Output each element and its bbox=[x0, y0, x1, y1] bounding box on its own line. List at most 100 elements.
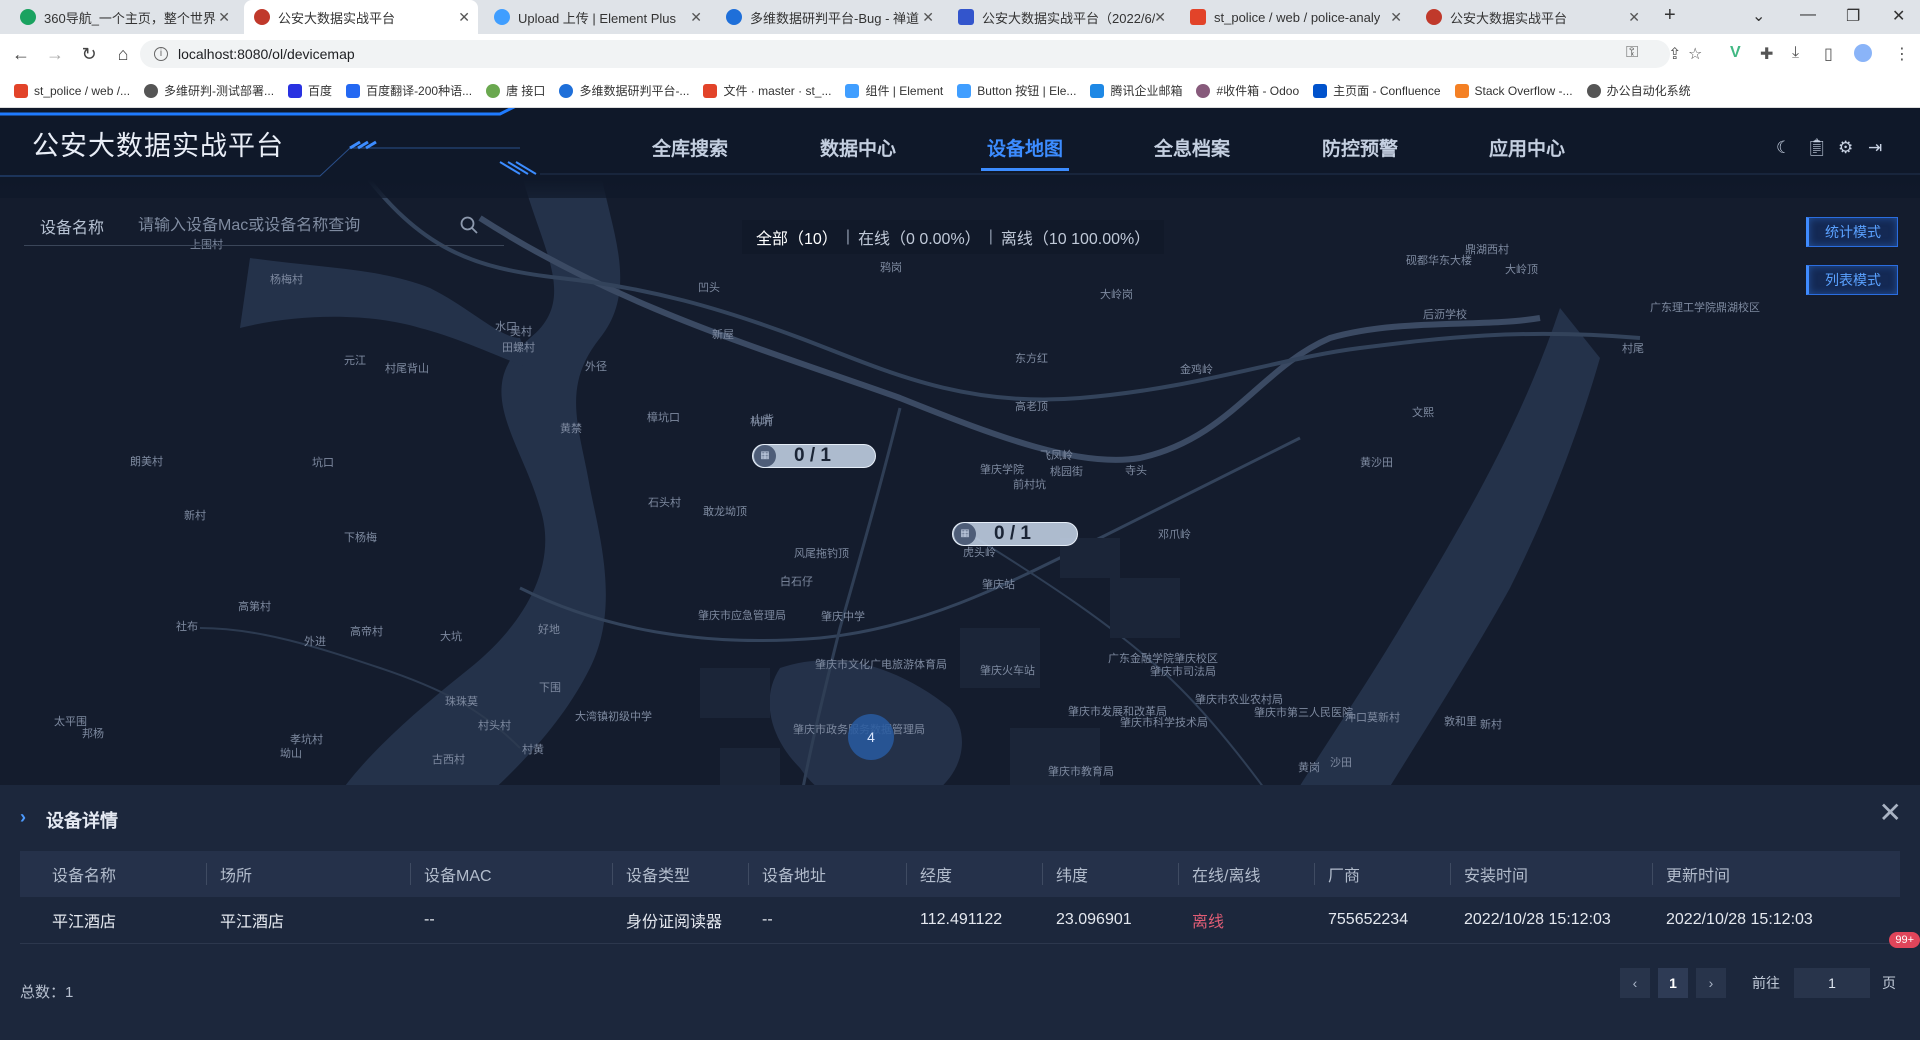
stats-mode-button[interactable]: 统计模式 bbox=[1806, 217, 1898, 247]
tab-search-icon[interactable]: ⌄ bbox=[1752, 6, 1765, 26]
nav-item-data-center[interactable]: 数据中心 bbox=[820, 134, 896, 161]
map-place-label: 元江 bbox=[344, 354, 366, 367]
site-info-icon[interactable]: i bbox=[154, 47, 168, 61]
download-icon[interactable]: ⤓ bbox=[1792, 44, 1799, 62]
minimize-window-icon[interactable]: — bbox=[1800, 6, 1816, 24]
nav-item-app-center[interactable]: 应用中心 bbox=[1489, 134, 1565, 161]
device-icon: ▦ bbox=[754, 445, 776, 467]
status-all[interactable]: 全部（10） bbox=[756, 225, 838, 249]
bookmark-star-icon[interactable]: ☆ bbox=[1688, 44, 1702, 64]
column-header: 更新时间 bbox=[1652, 851, 1900, 897]
share-icon[interactable]: ⇪ bbox=[1668, 44, 1681, 64]
tab-favicon-icon bbox=[1426, 9, 1442, 25]
browser-tab[interactable]: 公安大数据实战平台（2022/6/ ✕ bbox=[948, 0, 1174, 34]
bookmark-item[interactable]: Button 按钮 | Ele... bbox=[957, 82, 1076, 99]
status-divider: | bbox=[845, 228, 850, 245]
side-panel-icon[interactable]: ▯ bbox=[1824, 44, 1833, 64]
bookmark-favicon-icon bbox=[957, 83, 972, 98]
browser-tab[interactable]: 公安大数据实战平台 ✕ bbox=[1416, 0, 1648, 34]
tab-title: 公安大数据实战平台 bbox=[1450, 10, 1568, 26]
status-online[interactable]: 在线（0 0.00%） bbox=[858, 225, 981, 249]
goto-page-input[interactable] bbox=[1794, 968, 1870, 998]
bookmark-item[interactable]: 组件 | Element bbox=[845, 82, 943, 99]
bookmark-item[interactable]: 办公自动化系统 bbox=[1586, 82, 1691, 99]
search-input[interactable] bbox=[138, 216, 438, 235]
restore-window-icon[interactable]: ❐ bbox=[1846, 6, 1860, 26]
bookmark-item[interactable]: 多维研判-测试部署... bbox=[144, 82, 274, 99]
close-icon[interactable]: ✕ bbox=[1879, 799, 1902, 827]
logout-icon[interactable]: ⇥ bbox=[1868, 138, 1882, 158]
close-tab-icon[interactable]: ✕ bbox=[1628, 9, 1640, 26]
close-tab-icon[interactable]: ✕ bbox=[922, 9, 934, 26]
browser-tab[interactable]: st_police / web / police-analy ✕ bbox=[1180, 0, 1410, 34]
map-place-label: 广东金融学院肇庆校区 bbox=[1108, 651, 1218, 665]
nav-item-prevention-alert[interactable]: 防控预警 bbox=[1322, 134, 1398, 161]
forward-icon[interactable]: → bbox=[42, 44, 68, 65]
close-tab-icon[interactable]: ✕ bbox=[690, 9, 702, 26]
nav-item-holographic-archive[interactable]: 全息档案 bbox=[1154, 134, 1230, 161]
map-place-label: 鼎湖西村 bbox=[1465, 242, 1509, 256]
map-place-label: 新村 bbox=[184, 508, 206, 522]
key-icon[interactable]: ⚿ bbox=[1626, 44, 1638, 62]
map-place-label: 邦杨 bbox=[82, 726, 104, 740]
bookmark-item[interactable]: 主页面 - Confluence bbox=[1313, 82, 1441, 99]
close-tab-icon[interactable]: ✕ bbox=[218, 9, 230, 26]
map-place-label: 太平围 bbox=[54, 715, 87, 728]
bookmark-item[interactable]: 文件 · master · st_... bbox=[703, 82, 831, 99]
address-bar[interactable]: i localhost:8080/ol/devicemap bbox=[140, 40, 1670, 68]
device-cluster-marker[interactable]: ▦ 0 / 1 bbox=[952, 522, 1078, 546]
prev-page-button[interactable]: ‹ bbox=[1620, 968, 1650, 998]
tab-favicon-icon bbox=[1190, 9, 1206, 25]
search-icon[interactable] bbox=[460, 216, 478, 234]
bookmark-item[interactable]: #收件箱 - Odoo bbox=[1196, 82, 1299, 99]
new-tab-button[interactable]: + bbox=[1664, 4, 1676, 27]
reload-icon[interactable]: ↻ bbox=[76, 44, 102, 65]
device-cluster-marker[interactable]: ▦ 0 / 1 bbox=[752, 444, 876, 468]
nav-item-library-search[interactable]: 全库搜索 bbox=[652, 134, 728, 161]
bookmark-item[interactable]: 百度 bbox=[288, 82, 332, 99]
status-offline[interactable]: 离线（10 100.00%） bbox=[1001, 225, 1150, 249]
bookmark-item[interactable]: st_police / web /... bbox=[14, 83, 130, 98]
vue-devtools-icon[interactable]: V bbox=[1730, 44, 1741, 62]
notification-badge[interactable]: 99+ bbox=[1889, 932, 1920, 948]
bookmark-item[interactable]: 唐 接口 bbox=[486, 82, 545, 99]
map-place-label: 石头村 bbox=[648, 495, 681, 509]
close-tab-icon[interactable]: ✕ bbox=[1390, 9, 1402, 26]
clipboard-icon[interactable]: 📋︎ bbox=[1806, 138, 1828, 158]
column-header: 纬度 bbox=[1042, 851, 1178, 897]
list-mode-button[interactable]: 列表模式 bbox=[1806, 265, 1898, 295]
home-icon[interactable]: ⌂ bbox=[110, 44, 136, 65]
browser-tab[interactable]: Upload 上传 | Element Plus ✕ bbox=[484, 0, 710, 34]
bookmark-item[interactable]: Stack Overflow -... bbox=[1454, 83, 1573, 98]
close-tab-icon[interactable]: ✕ bbox=[458, 9, 470, 26]
column-header: 场所 bbox=[206, 851, 410, 897]
bookmark-favicon-icon bbox=[845, 83, 860, 98]
bookmark-item[interactable]: 百度翻译-200种语... bbox=[346, 82, 472, 99]
map-place-label: 沙田 bbox=[1330, 756, 1352, 769]
map-cluster-bubble[interactable]: 4 bbox=[848, 714, 894, 760]
close-tab-icon[interactable]: ✕ bbox=[1154, 9, 1166, 26]
pagination: ‹ 1 › 前往 页 bbox=[1620, 968, 1896, 998]
extensions-icon[interactable]: ✚ bbox=[1760, 44, 1773, 64]
menu-icon[interactable]: ⋮ bbox=[1894, 44, 1910, 64]
tab-title: st_police / web / police-analy bbox=[1214, 9, 1381, 25]
back-icon[interactable]: ← bbox=[8, 44, 34, 65]
device-status-summary: 全部（10） | 在线（0 0.00%） | 离线（10 100.00%） bbox=[742, 220, 1165, 254]
next-page-button[interactable]: › bbox=[1696, 968, 1726, 998]
map-place-label: 敢龙坳顶 bbox=[703, 504, 747, 518]
url-text: localhost:8080/ol/devicemap bbox=[178, 46, 355, 62]
table-row[interactable]: 平江酒店 平江酒店 -- 身份证阅读器 -- 112.491122 23.096… bbox=[20, 897, 1900, 944]
browser-tab-active[interactable]: 公安大数据实战平台 ✕ bbox=[244, 0, 478, 34]
settings-gear-icon[interactable]: ⚙ bbox=[1838, 138, 1853, 158]
page-suffix: 页 bbox=[1882, 975, 1896, 991]
dark-mode-icon[interactable]: ☾ bbox=[1776, 138, 1791, 158]
bookmark-item[interactable]: 多维数据研判平台-... bbox=[559, 82, 689, 99]
browser-tab[interactable]: 360导航_一个主页，整个世界 ✕ bbox=[10, 0, 238, 34]
map-place-label: 肇庆市文化广电旅游体育局 bbox=[815, 657, 947, 671]
profile-avatar-icon[interactable] bbox=[1854, 44, 1872, 62]
nav-item-device-map[interactable]: 设备地图 bbox=[980, 134, 1070, 171]
close-window-icon[interactable]: ✕ bbox=[1892, 6, 1905, 26]
bookmark-item[interactable]: 腾讯企业邮箱 bbox=[1090, 82, 1182, 99]
browser-tab[interactable]: 多维数据研判平台-Bug - 禅道 ✕ bbox=[716, 0, 942, 34]
page-number-button[interactable]: 1 bbox=[1658, 968, 1688, 998]
